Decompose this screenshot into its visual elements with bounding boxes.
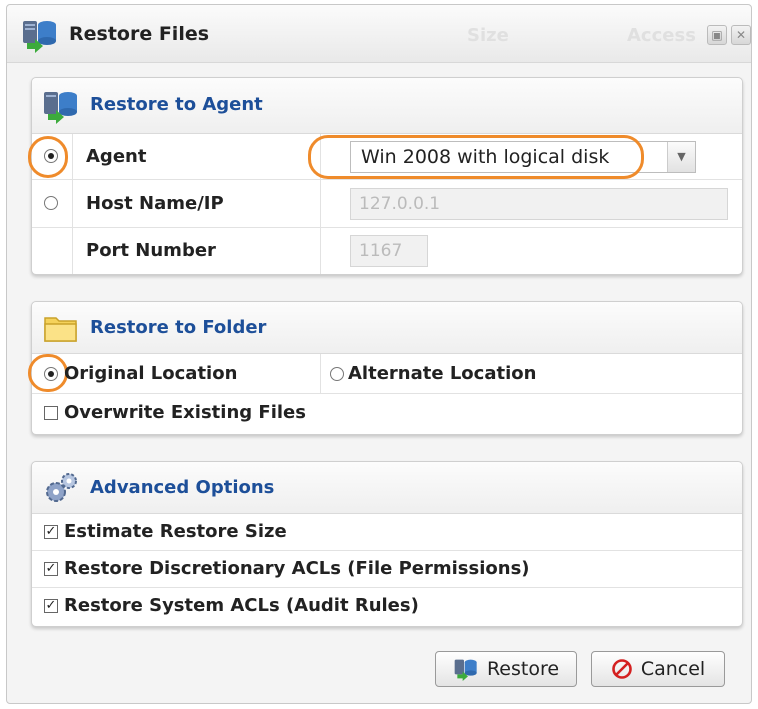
estimate-label[interactable]: Estimate Restore Size: [64, 521, 287, 542]
dacl-label[interactable]: Restore Discretionary ACLs (File Permiss…: [64, 558, 530, 579]
servers-restore-icon: [23, 21, 56, 53]
location-row: Original Location Alternate Location: [28, 354, 742, 394]
restore-files-dialog: Restore Files Size Access ▣ ✕ Restore to…: [6, 4, 752, 704]
background-column-size: Size: [467, 25, 509, 46]
restore-to-agent-title: Restore to Agent: [90, 94, 263, 115]
close-icon: ✕: [735, 28, 747, 42]
agent-label: Agent: [86, 146, 147, 167]
port-row: Port Number 1167: [32, 228, 742, 274]
cancel-icon: [612, 659, 632, 679]
host-input[interactable]: 127.0.0.1: [350, 188, 728, 220]
sacl-row: ✓ Restore System ACLs (Audit Rules): [32, 588, 742, 626]
restore-button-label: Restore: [486, 658, 560, 680]
dacl-row: ✓ Restore Discretionary ACLs (File Permi…: [32, 551, 742, 588]
background-column-access: Access: [627, 25, 696, 46]
advanced-options-header: Advanced Options: [32, 462, 742, 514]
overwrite-label[interactable]: Overwrite Existing Files: [64, 402, 306, 423]
column-divider: [320, 180, 321, 227]
alternate-location-label[interactable]: Alternate Location: [348, 363, 536, 384]
chevron-down-icon[interactable]: ▼: [667, 142, 695, 172]
estimate-checkbox[interactable]: ✓: [44, 525, 58, 539]
folder-icon: [44, 317, 77, 342]
advanced-options-panel: Advanced Options ✓ Estimate Restore Size…: [31, 461, 743, 627]
column-divider: [320, 228, 321, 274]
estimate-row: ✓ Estimate Restore Size: [32, 514, 742, 551]
servers-restore-icon: [44, 92, 77, 124]
column-divider: [320, 354, 321, 393]
servers-restore-icon: [454, 659, 477, 681]
restore-button[interactable]: Restore: [435, 651, 577, 687]
original-location-label[interactable]: Original Location: [64, 363, 237, 384]
cancel-button[interactable]: Cancel: [591, 651, 725, 687]
host-label: Host Name/IP: [86, 193, 224, 214]
dacl-checkbox[interactable]: ✓: [44, 562, 58, 576]
restore-to-agent-panel: Restore to Agent Agent Win 2008 with log…: [28, 77, 743, 275]
advanced-options-title: Advanced Options: [90, 477, 275, 498]
agent-radio-highlight: [28, 136, 68, 178]
column-divider: [72, 180, 73, 227]
restore-to-folder-panel: Restore to Folder Original Location Alte…: [28, 301, 743, 435]
overwrite-row: Overwrite Existing Files: [32, 394, 742, 434]
column-divider: [72, 134, 73, 179]
sacl-checkbox[interactable]: ✓: [44, 599, 58, 613]
alternate-location-radio[interactable]: [330, 367, 344, 381]
original-location-highlight: [28, 354, 68, 392]
host-radio[interactable]: [44, 196, 58, 210]
dialog-titlebar[interactable]: Restore Files Size Access ▣ ✕: [7, 5, 751, 63]
close-window-button[interactable]: ✕: [731, 25, 751, 45]
gears-icon: [46, 473, 77, 502]
restore-to-agent-header: Restore to Agent: [32, 78, 742, 134]
restore-window-icon: ▣: [711, 28, 723, 42]
restore-window-button[interactable]: ▣: [707, 25, 727, 45]
port-input[interactable]: 1167: [350, 235, 428, 267]
port-label: Port Number: [86, 240, 216, 261]
restore-to-folder-header: Restore to Folder: [32, 302, 742, 354]
sacl-label[interactable]: Restore System ACLs (Audit Rules): [64, 595, 419, 616]
overwrite-checkbox[interactable]: [44, 406, 58, 420]
cancel-button-label: Cancel: [640, 658, 706, 680]
restore-to-folder-title: Restore to Folder: [90, 317, 267, 338]
dialog-title: Restore Files: [69, 23, 210, 45]
agent-row: Agent Win 2008 with logical disk ▼: [28, 134, 742, 180]
host-row: Host Name/IP 127.0.0.1: [32, 180, 742, 228]
column-divider: [72, 228, 73, 274]
agent-select-highlight: [308, 135, 644, 179]
